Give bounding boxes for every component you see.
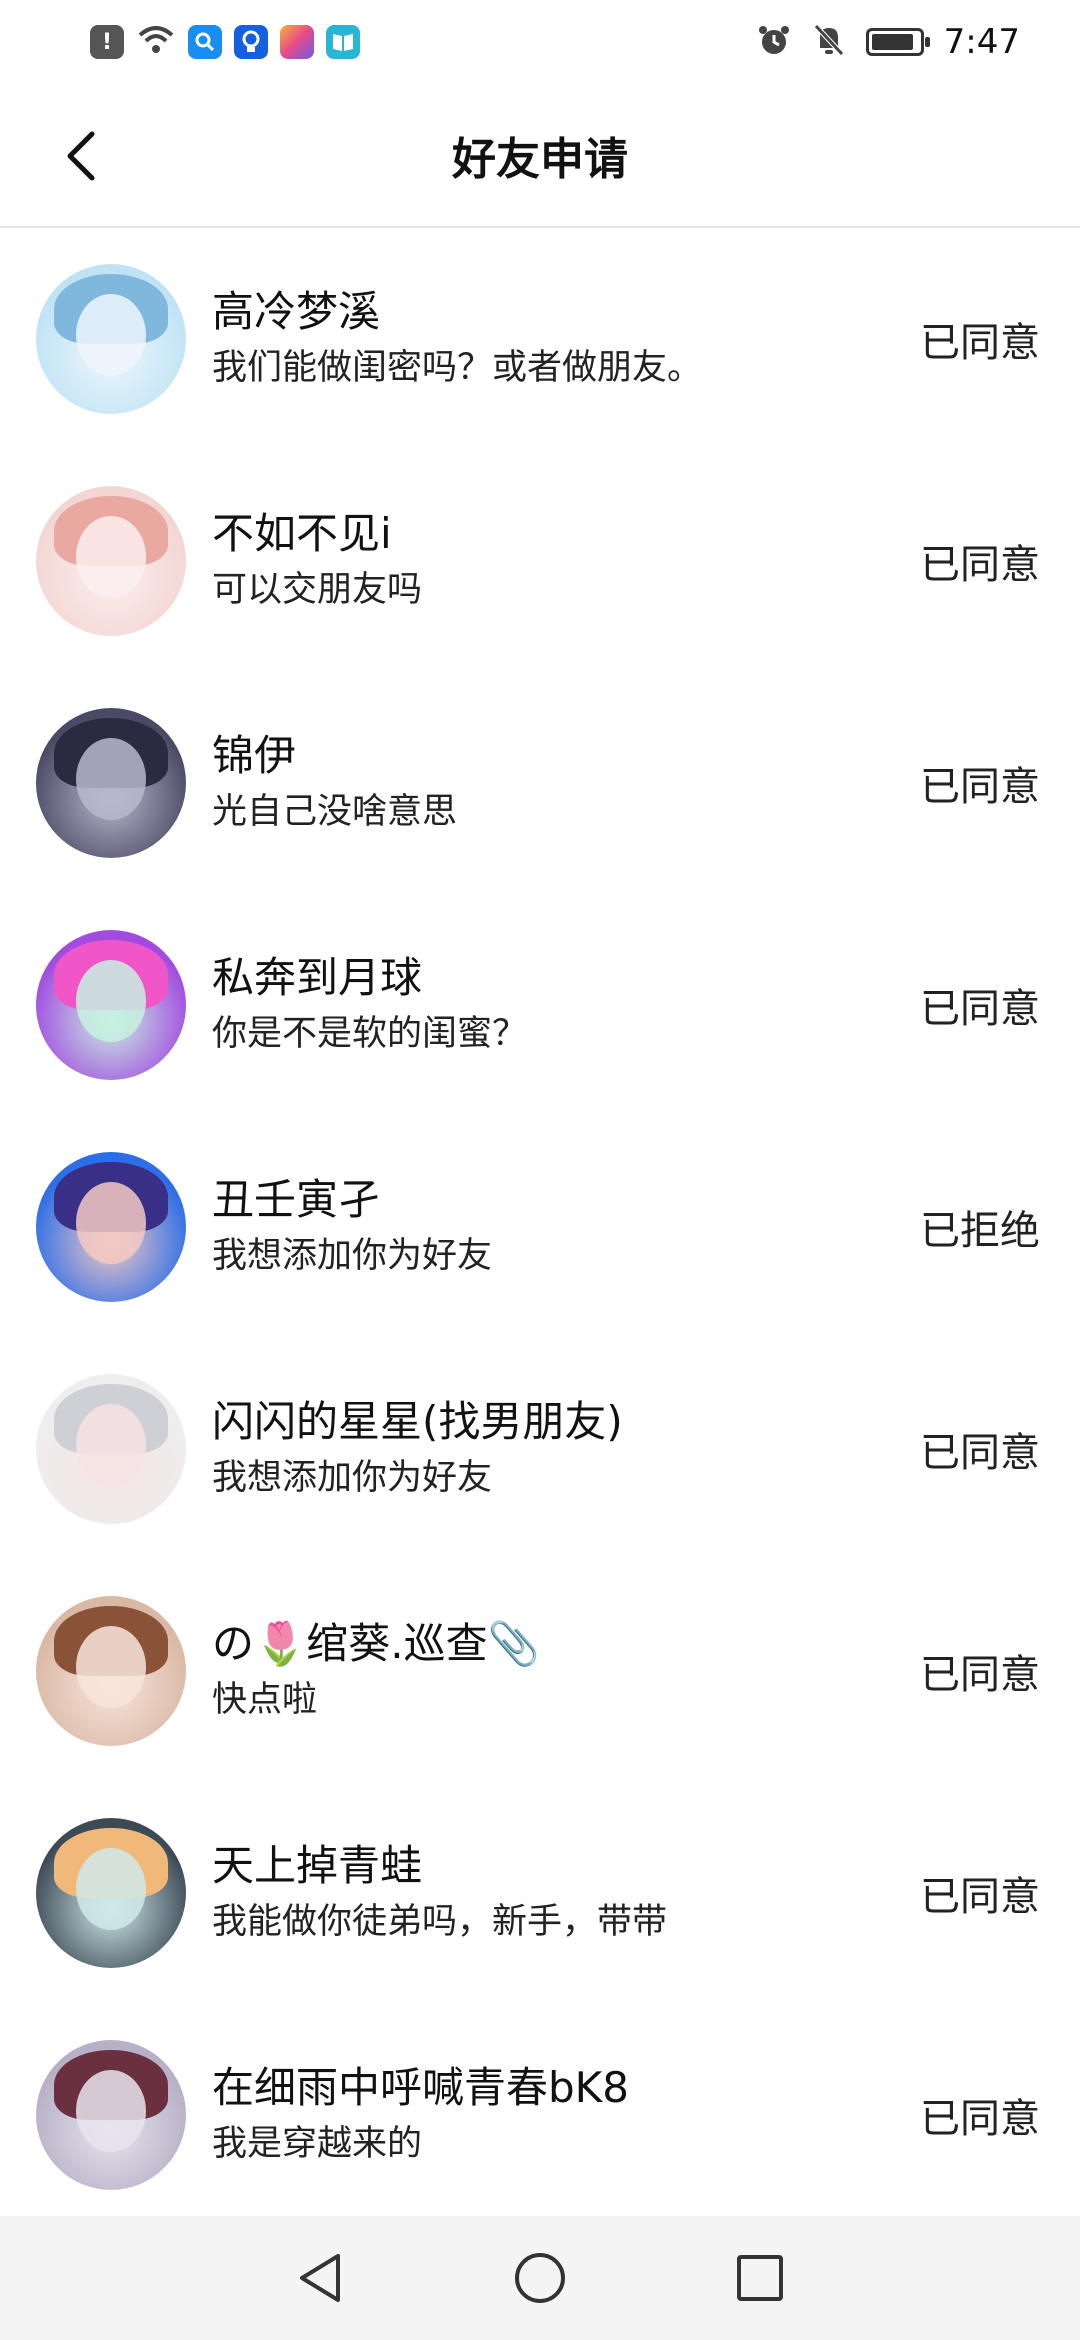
- request-message: 我能做你徒弟吗，新手，带带: [212, 1902, 668, 1942]
- header: 好友申请: [0, 84, 1080, 228]
- requester-name: の🌷绾葵.巡查📎: [212, 1619, 540, 1668]
- avatar-face: [76, 1404, 146, 1486]
- avatar[interactable]: [36, 1374, 186, 1524]
- friend-request-row[interactable]: 丑壬寅孑 我想添加你为好友 已拒绝: [0, 1116, 1080, 1338]
- friend-request-row[interactable]: 不如不见i 可以交朋友吗 已同意: [0, 450, 1080, 672]
- status-time: 7:47: [943, 22, 1020, 62]
- request-info: 高冷梦溪 我们能做闺密吗？或者做朋友。: [212, 284, 920, 394]
- request-message: 我想添加你为好友: [212, 1236, 493, 1276]
- mute-icon: [812, 22, 846, 62]
- recents-square-icon: [737, 2255, 783, 2301]
- avatar-face: [76, 2070, 146, 2152]
- request-status: 已同意: [920, 764, 1040, 810]
- friend-request-row[interactable]: 高冷梦溪 我们能做闺密吗？或者做朋友。 已同意: [0, 228, 1080, 450]
- request-info: 私奔到月球 你是不是软的闺蜜？: [212, 950, 920, 1060]
- avatar-face: [76, 1182, 146, 1264]
- search-app-icon: [188, 25, 222, 59]
- request-status: 已同意: [920, 542, 1040, 588]
- request-info: 在细雨中呼喊青春bK8 我是穿越来的: [212, 2060, 920, 2170]
- avatar[interactable]: [36, 1596, 186, 1746]
- requester-name: 闪闪的星星(找男朋友): [212, 1397, 623, 1446]
- status-system-icons: 7:47: [756, 22, 1020, 62]
- friend-request-list: 高冷梦溪 我们能做闺密吗？或者做朋友。 已同意 不如不见i 可以交朋友吗 已同意…: [0, 228, 1080, 2226]
- requester-name: 天上掉青蛙: [212, 1841, 423, 1890]
- friend-request-row[interactable]: 私奔到月球 你是不是软的闺蜜？ 已同意: [0, 894, 1080, 1116]
- request-info: 不如不见i 可以交朋友吗: [212, 506, 920, 616]
- request-status: 已同意: [920, 986, 1040, 1032]
- request-message: 你是不是软的闺蜜？: [212, 1014, 528, 1054]
- colorful-app-icon: [280, 25, 314, 59]
- avatar[interactable]: [36, 486, 186, 636]
- home-circle-icon: [515, 2253, 565, 2303]
- bulb-app-icon: [234, 25, 268, 59]
- request-status: 已同意: [920, 1430, 1040, 1476]
- avatar[interactable]: [36, 708, 186, 858]
- requester-name: 高冷梦溪: [212, 287, 381, 336]
- system-nav-bar: [0, 2216, 1080, 2340]
- request-message: 光自己没啥意思: [212, 792, 458, 832]
- requester-name: 不如不见i: [212, 509, 392, 558]
- avatar-face: [76, 960, 146, 1042]
- request-info: 丑壬寅孑 我想添加你为好友: [212, 1172, 920, 1282]
- nav-home-button[interactable]: [505, 2243, 575, 2313]
- requester-name: 在细雨中呼喊青春bK8: [212, 2063, 629, 2112]
- request-message: 我们能做闺密吗？或者做朋友。: [212, 348, 703, 388]
- avatar[interactable]: [36, 930, 186, 1080]
- nav-back-button[interactable]: [285, 2243, 355, 2313]
- status-bar: ! 7:47: [0, 0, 1080, 84]
- friend-request-row[interactable]: 锦伊 光自己没啥意思 已同意: [0, 672, 1080, 894]
- avatar[interactable]: [36, 1818, 186, 1968]
- avatar[interactable]: [36, 1152, 186, 1302]
- avatar-face: [76, 738, 146, 820]
- back-triangle-icon: [300, 2254, 340, 2302]
- friend-request-row[interactable]: 天上掉青蛙 我能做你徒弟吗，新手，带带 已同意: [0, 1782, 1080, 2004]
- request-info: 天上掉青蛙 我能做你徒弟吗，新手，带带: [212, 1838, 920, 1948]
- avatar[interactable]: [36, 2040, 186, 2190]
- battery-icon: [865, 28, 930, 56]
- request-status: 已同意: [920, 1874, 1040, 1920]
- friend-request-row[interactable]: 在细雨中呼喊青春bK8 我是穿越来的 已同意: [0, 2004, 1080, 2226]
- alarm-icon: [756, 22, 792, 62]
- request-info: 锦伊 光自己没啥意思: [212, 728, 920, 838]
- request-message: 快点啦: [212, 1680, 318, 1720]
- avatar-face: [76, 1626, 146, 1708]
- friend-request-row[interactable]: 闪闪的星星(找男朋友) 我想添加你为好友 已同意: [0, 1338, 1080, 1560]
- request-status: 已拒绝: [920, 1208, 1040, 1254]
- request-info: の🌷绾葵.巡查📎 快点啦: [212, 1616, 920, 1726]
- chevron-left-icon: [67, 131, 95, 181]
- request-status: 已同意: [920, 1652, 1040, 1698]
- request-message: 可以交朋友吗: [212, 570, 423, 610]
- request-info: 闪闪的星星(找男朋友) 我想添加你为好友: [212, 1394, 920, 1504]
- avatar-face: [76, 294, 146, 376]
- avatar-face: [76, 516, 146, 598]
- request-message: 我是穿越来的: [212, 2124, 423, 2164]
- wifi-icon: [136, 23, 176, 61]
- requester-name: 私奔到月球: [212, 953, 423, 1002]
- friend-request-row[interactable]: の🌷绾葵.巡查📎 快点啦 已同意: [0, 1560, 1080, 1782]
- back-button[interactable]: [50, 124, 114, 188]
- avatar-face: [76, 1848, 146, 1930]
- requester-name: 锦伊: [212, 731, 297, 780]
- request-status: 已同意: [920, 320, 1040, 366]
- nav-recents-button[interactable]: [725, 2243, 795, 2313]
- status-notification-icons: !: [90, 23, 360, 61]
- requester-name: 丑壬寅孑: [212, 1175, 381, 1224]
- request-message: 我想添加你为好友: [212, 1458, 493, 1498]
- page-title: 好友申请: [452, 134, 628, 185]
- avatar[interactable]: [36, 264, 186, 414]
- book-app-icon: [326, 25, 360, 59]
- battery-level: [871, 34, 913, 50]
- request-status: 已同意: [920, 2096, 1040, 2142]
- alert-icon: !: [90, 25, 124, 59]
